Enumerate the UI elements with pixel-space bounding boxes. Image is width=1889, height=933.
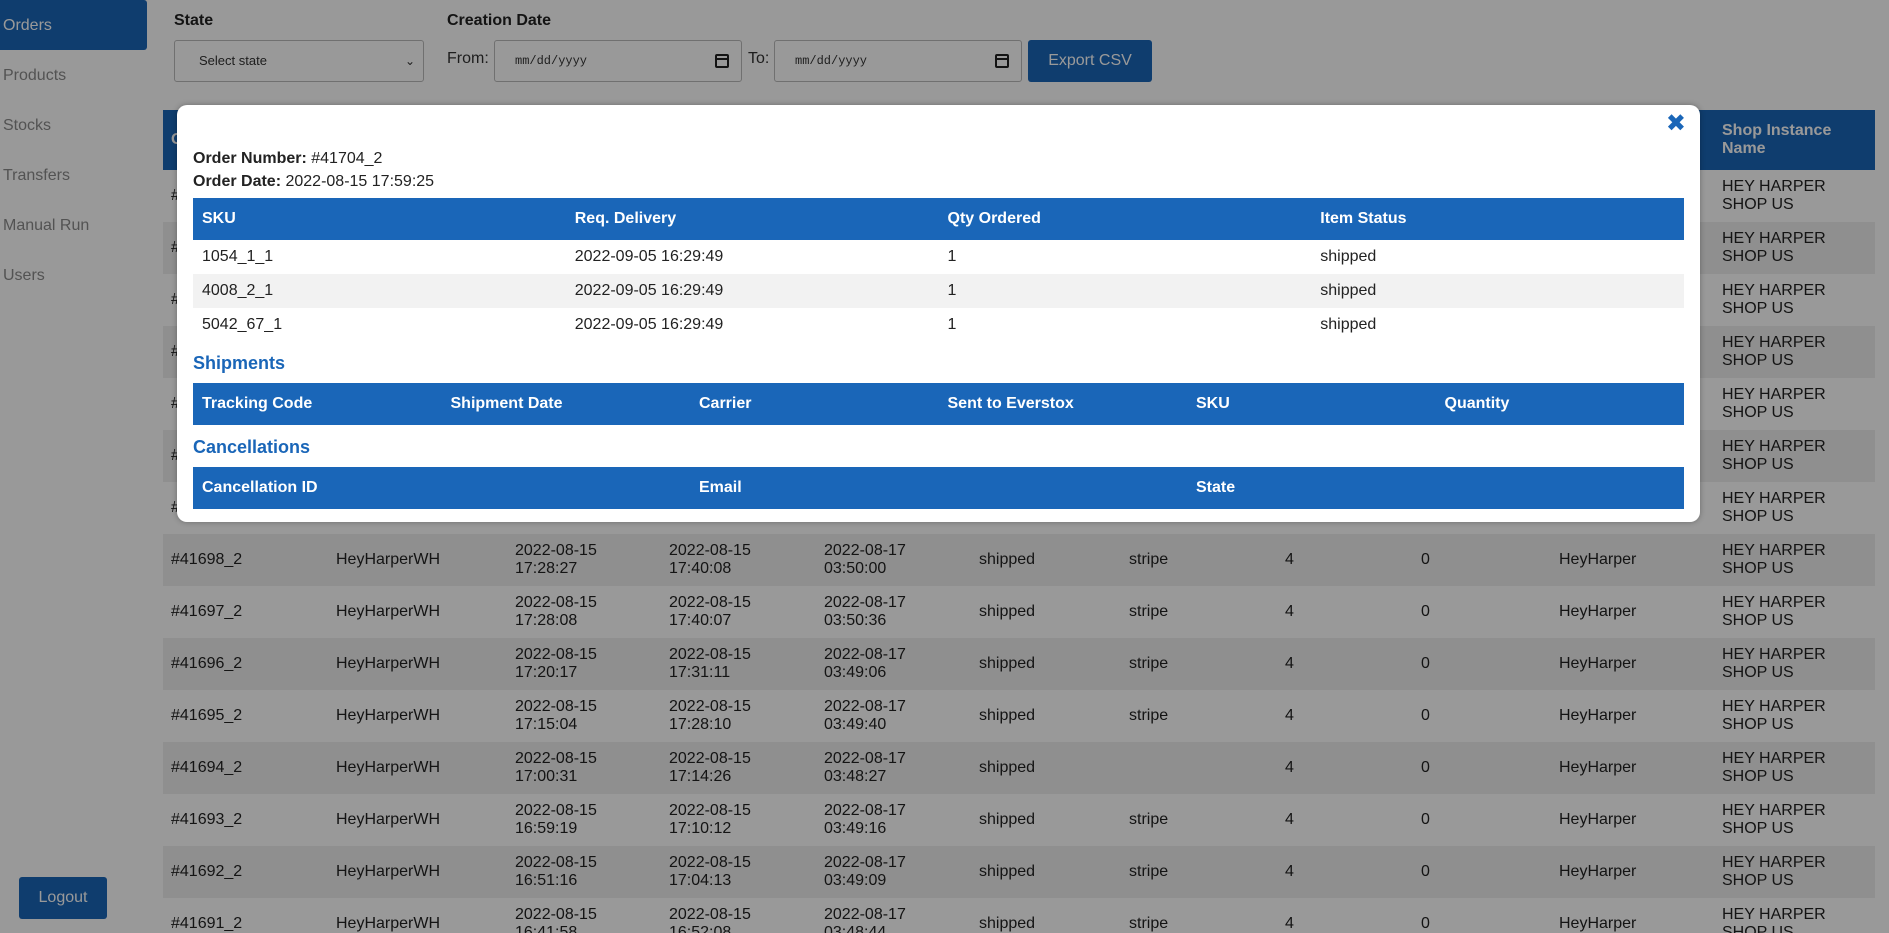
shipments-header-sku: SKU <box>1187 383 1436 425</box>
table-row: 5042_67_1 2022-09-05 16:29:49 1 shipped <box>193 308 1684 342</box>
shipments-header-tracking-code: Tracking Code <box>193 383 442 425</box>
table-row: 1054_1_1 2022-09-05 16:29:49 1 shipped <box>193 240 1684 274</box>
cancellations-title: Cancellations <box>193 437 311 457</box>
item-status: shipped <box>1311 274 1684 308</box>
shipments-title: Shipments <box>193 353 286 373</box>
cancellations-header: Cancellation ID Email State <box>193 467 1684 509</box>
item-delivery: 2022-09-05 16:29:49 <box>565 274 939 308</box>
cancellations-header-state: State <box>1187 467 1684 509</box>
shipments-header-quantity: Quantity <box>1435 383 1684 425</box>
items-header-req-delivery: Req. Delivery <box>565 198 939 240</box>
item-qty: 1 <box>947 248 957 265</box>
shipments-header-sent-to-everstox: Sent to Everstox <box>938 383 1187 425</box>
item-status: shipped <box>1320 316 1377 333</box>
shipments-header: Tracking Code Shipment Date Carrier Sent… <box>193 383 1684 425</box>
item-sku: 4008_2_1 <box>193 274 566 308</box>
items-header-item-status: Item Status <box>1311 198 1684 240</box>
shipments-header-carrier: Carrier <box>690 383 939 425</box>
order-items-table: SKU Req. Delivery Qty Ordered Item Statu… <box>193 198 1684 342</box>
table-row: 4008_2_1 2022-09-05 16:29:49 1 shipped <box>193 274 1684 308</box>
order-number-value: #41704_2 <box>311 150 383 167</box>
cancellations-table: Cancellation ID Email State <box>193 467 1684 509</box>
close-icon[interactable]: ✖ <box>1666 109 1686 138</box>
item-sku: 1054_1_1 <box>202 248 274 265</box>
item-qty: 1 <box>947 316 957 333</box>
item-qty: 1 <box>938 274 1312 308</box>
order-date-line: Order Date: 2022-08-15 17:59:25 <box>193 170 434 193</box>
items-header-qty-ordered: Qty Ordered <box>938 198 1312 240</box>
order-info: Order Number: #41704_2 Order Date: 2022-… <box>193 147 434 193</box>
item-delivery: 2022-09-05 16:29:49 <box>574 316 724 333</box>
cancellations-header-id: Cancellation ID <box>193 467 690 509</box>
item-delivery: 2022-09-05 16:29:49 <box>574 248 724 265</box>
order-number-label: Order Number: <box>193 150 307 167</box>
order-date-value: 2022-08-15 17:59:25 <box>285 173 435 190</box>
item-sku: 5042_67_1 <box>202 316 283 333</box>
order-date-label: Order Date: <box>193 173 282 190</box>
order-items-header: SKU Req. Delivery Qty Ordered Item Statu… <box>193 198 1684 240</box>
shipments-header-shipment-date: Shipment Date <box>441 383 690 425</box>
items-header-sku: SKU <box>193 198 566 240</box>
order-number-line: Order Number: #41704_2 <box>193 147 434 170</box>
order-detail-modal: ✖ Order Number: #41704_2 Order Date: 202… <box>177 105 1700 522</box>
shipments-table: Tracking Code Shipment Date Carrier Sent… <box>193 383 1684 425</box>
cancellations-header-email: Email <box>690 467 1187 509</box>
item-status: shipped <box>1320 248 1377 265</box>
